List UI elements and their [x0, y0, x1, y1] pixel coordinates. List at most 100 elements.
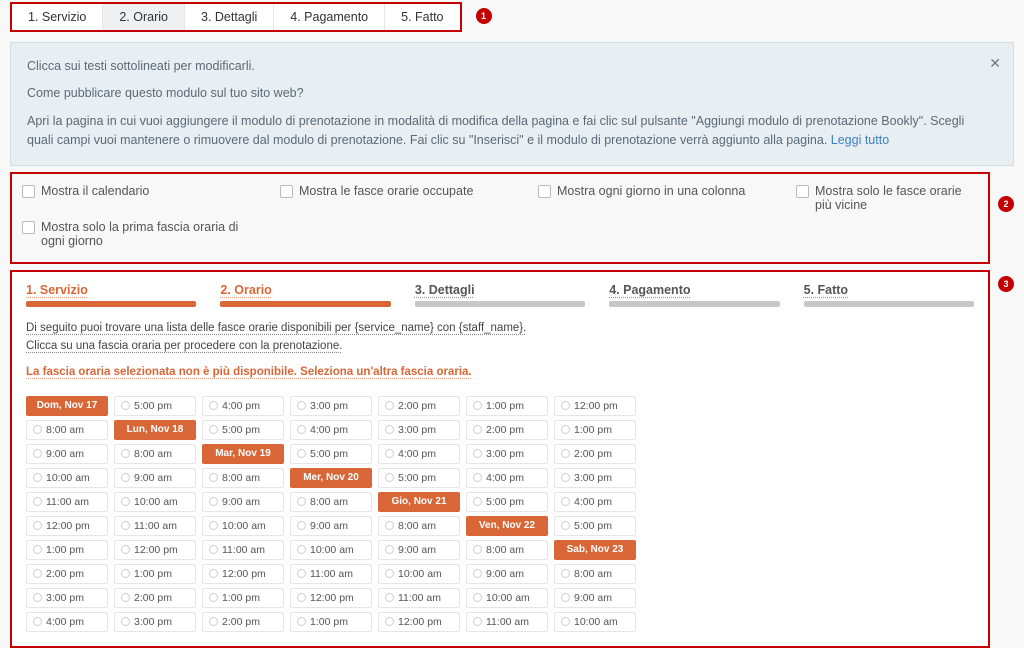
slot-time: 1:00 pm — [134, 568, 172, 580]
time-slot[interactable]: 8:00 am — [114, 444, 196, 464]
time-slot[interactable]: 11:00 am — [26, 492, 108, 512]
time-slot[interactable]: 9:00 am — [466, 564, 548, 584]
slot-time: 5:00 pm — [486, 496, 524, 508]
helper-line-2[interactable]: Clicca su una fascia oraria per proceder… — [26, 340, 342, 352]
time-slot[interactable]: 10:00 am — [114, 492, 196, 512]
time-slot[interactable]: 2:00 pm — [466, 420, 548, 440]
time-slot[interactable]: 5:00 pm — [202, 420, 284, 440]
time-slot[interactable]: 8:00 am — [378, 516, 460, 536]
time-slot[interactable]: 11:00 am — [114, 516, 196, 536]
time-slot[interactable]: 10:00 am — [26, 468, 108, 488]
tab-dettagli[interactable]: 3. Dettagli — [185, 4, 274, 30]
slot-time: 11:00 am — [222, 544, 265, 556]
radio-icon — [473, 617, 482, 626]
time-slot[interactable]: 2:00 pm — [378, 396, 460, 416]
time-slot[interactable]: 9:00 am — [554, 588, 636, 608]
time-slot[interactable]: 3:00 pm — [290, 396, 372, 416]
time-slot[interactable]: 1:00 pm — [114, 564, 196, 584]
time-slot[interactable]: 5:00 pm — [466, 492, 548, 512]
time-slot[interactable]: 4:00 pm — [26, 612, 108, 632]
step-orario[interactable]: 2. Orario — [220, 282, 390, 307]
slot-time: 10:00 am — [398, 568, 442, 580]
time-slot[interactable]: 1:00 pm — [466, 396, 548, 416]
time-slot[interactable]: 12:00 pm — [378, 612, 460, 632]
opt-day-per-column[interactable]: Mostra ogni giorno in una colonna — [538, 184, 778, 212]
time-slot[interactable]: 12:00 pm — [290, 588, 372, 608]
read-more-link[interactable]: Leggi tutto — [831, 133, 889, 147]
step-pagamento[interactable]: 4. Pagamento — [609, 282, 779, 307]
time-slot[interactable]: 4:00 pm — [290, 420, 372, 440]
time-slot[interactable]: 10:00 am — [554, 612, 636, 632]
time-slot[interactable]: 10:00 am — [378, 564, 460, 584]
radio-icon — [561, 401, 570, 410]
time-slot[interactable]: 9:00 am — [114, 468, 196, 488]
time-slot[interactable]: 1:00 pm — [290, 612, 372, 632]
close-icon[interactable]: ✕ — [989, 53, 1001, 75]
time-slot[interactable]: 3:00 pm — [554, 468, 636, 488]
time-slot[interactable]: 9:00 am — [378, 540, 460, 560]
time-slot[interactable]: 12:00 pm — [202, 564, 284, 584]
step-dettagli[interactable]: 3. Dettagli — [415, 282, 585, 307]
callout-marker-1: 1 — [476, 8, 492, 24]
time-slot[interactable]: 3:00 pm — [378, 420, 460, 440]
time-slot[interactable]: 4:00 pm — [378, 444, 460, 464]
time-slot[interactable]: 2:00 pm — [114, 588, 196, 608]
radio-icon — [297, 569, 306, 578]
time-slot[interactable]: 5:00 pm — [114, 396, 196, 416]
tab-servizio[interactable]: 1. Servizio — [12, 4, 103, 30]
opt-first-slot-only[interactable]: Mostra solo la prima fascia oraria di og… — [22, 220, 242, 248]
slot-time: 5:00 pm — [398, 472, 436, 484]
time-slot[interactable]: 4:00 pm — [554, 492, 636, 512]
time-slot[interactable]: 5:00 pm — [554, 516, 636, 536]
time-slot[interactable]: 8:00 am — [26, 420, 108, 440]
time-slot[interactable]: 5:00 pm — [378, 468, 460, 488]
time-slot[interactable]: 1:00 pm — [202, 588, 284, 608]
callout-marker-2: 2 — [998, 196, 1014, 212]
time-slot[interactable]: 8:00 am — [202, 468, 284, 488]
time-slot[interactable]: 9:00 am — [26, 444, 108, 464]
time-slot[interactable]: 10:00 am — [202, 516, 284, 536]
time-slot[interactable]: 4:00 pm — [466, 468, 548, 488]
slot-column: 5:00 pmLun, Nov 188:00 am9:00 am10:00 am… — [114, 396, 196, 632]
time-slot[interactable]: 5:00 pm — [290, 444, 372, 464]
time-slot[interactable]: 1:00 pm — [554, 420, 636, 440]
radio-icon — [473, 449, 482, 458]
time-slot[interactable]: 2:00 pm — [554, 444, 636, 464]
slot-time: 8:00 am — [134, 448, 172, 460]
step-fatto[interactable]: 5. Fatto — [804, 282, 974, 307]
time-slot[interactable]: 8:00 am — [466, 540, 548, 560]
time-slot[interactable]: 3:00 pm — [466, 444, 548, 464]
helper-warning[interactable]: La fascia oraria selezionata non è più d… — [26, 363, 472, 381]
time-slot[interactable]: 11:00 am — [378, 588, 460, 608]
time-slot[interactable]: 12:00 pm — [26, 516, 108, 536]
time-slot[interactable]: 4:00 pm — [202, 396, 284, 416]
time-slot[interactable]: 11:00 am — [290, 564, 372, 584]
time-slot[interactable]: 9:00 am — [290, 516, 372, 536]
time-slot[interactable]: 1:00 pm — [26, 540, 108, 560]
tab-orario[interactable]: 2. Orario — [103, 4, 185, 30]
tab-fatto[interactable]: 5. Fatto — [385, 4, 459, 30]
slot-time: 4:00 pm — [310, 424, 348, 436]
time-slot[interactable]: 10:00 am — [466, 588, 548, 608]
time-slot[interactable]: 3:00 pm — [26, 588, 108, 608]
time-slot[interactable]: 2:00 pm — [26, 564, 108, 584]
time-slot[interactable]: 9:00 am — [202, 492, 284, 512]
opt-show-calendar[interactable]: Mostra il calendario — [22, 184, 262, 212]
slot-time: 4:00 pm — [46, 616, 84, 628]
step-servizio[interactable]: 1. Servizio — [26, 282, 196, 307]
opt-show-busy[interactable]: Mostra le fasce orarie occupate — [280, 184, 520, 212]
tab-pagamento[interactable]: 4. Pagamento — [274, 4, 385, 30]
opt-nearest-only[interactable]: Mostra solo le fasce orarie più vicine — [796, 184, 978, 212]
helper-line-1[interactable]: Di seguito puoi trovare una lista delle … — [26, 322, 526, 334]
time-slot[interactable]: 11:00 am — [202, 540, 284, 560]
time-slot[interactable]: 12:00 pm — [554, 396, 636, 416]
time-slot[interactable]: 3:00 pm — [114, 612, 196, 632]
time-slot[interactable]: 2:00 pm — [202, 612, 284, 632]
time-slot[interactable]: 11:00 am — [466, 612, 548, 632]
time-slot[interactable]: 8:00 am — [290, 492, 372, 512]
radio-icon — [209, 593, 218, 602]
time-slot[interactable]: 12:00 pm — [114, 540, 196, 560]
slot-column: Dom, Nov 178:00 am9:00 am10:00 am11:00 a… — [26, 396, 108, 632]
time-slot[interactable]: 8:00 am — [554, 564, 636, 584]
time-slot[interactable]: 10:00 am — [290, 540, 372, 560]
